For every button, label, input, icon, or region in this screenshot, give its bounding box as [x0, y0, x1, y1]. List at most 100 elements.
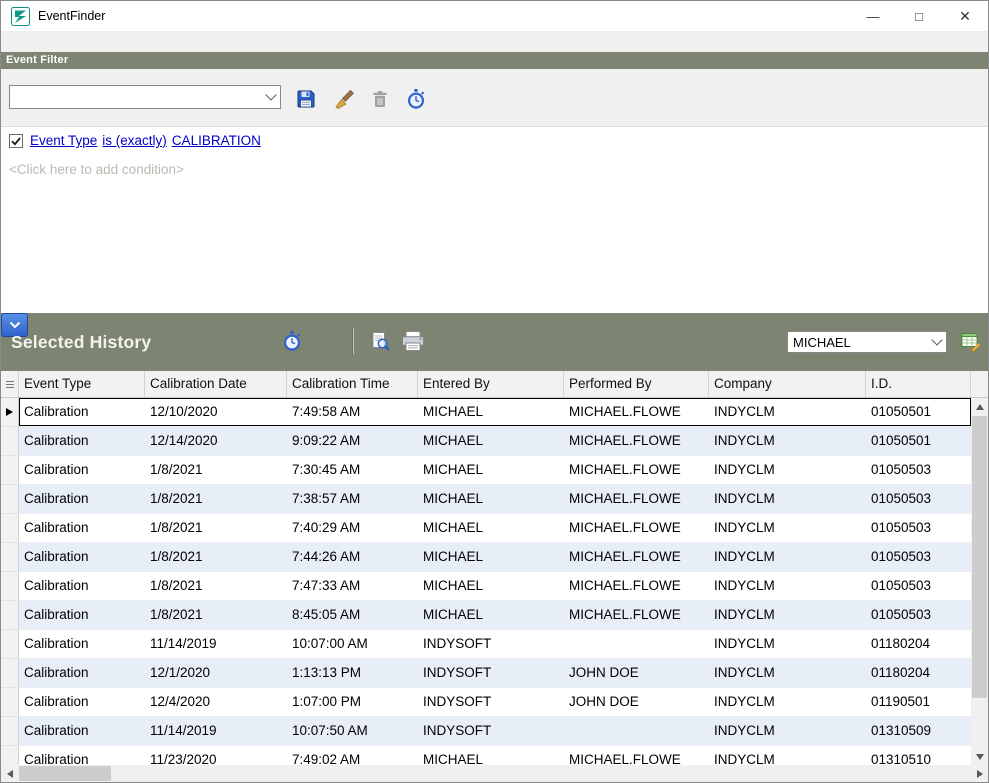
grid-cell[interactable]: JOHN DOE	[564, 688, 709, 716]
table-row[interactable]: Calibration 12/1/2020 1:13:13 PM INDYSOF…	[1, 659, 971, 688]
grid-cell[interactable]: MICHAEL	[418, 514, 564, 542]
grid-cell[interactable]: INDYSOFT	[418, 630, 564, 658]
grid-cell[interactable]: MICHAEL.FLOWE	[564, 601, 709, 629]
minimize-button[interactable]: —	[850, 1, 896, 32]
row-selector[interactable]	[1, 427, 19, 456]
horizontal-scroll-thumb[interactable]	[19, 766, 111, 781]
grid-cell[interactable]: Calibration	[19, 398, 145, 426]
grid-cell[interactable]: MICHAEL.FLOWE	[564, 398, 709, 426]
condition-field-link[interactable]: Event Type	[30, 133, 97, 148]
edit-grid-button[interactable]	[959, 329, 983, 353]
grid-cell[interactable]: 01180204	[866, 659, 971, 687]
add-condition-link[interactable]: <Click here to add condition>	[9, 162, 184, 177]
clear-filter-button[interactable]	[331, 86, 357, 112]
grid-cell[interactable]: 1/8/2021	[145, 514, 287, 542]
row-selector[interactable]	[1, 398, 19, 427]
grid-cell[interactable]: 9:09:22 AM	[287, 427, 418, 455]
grid-cell[interactable]: JOHN DOE	[564, 659, 709, 687]
grid-cell[interactable]: 01190501	[866, 688, 971, 716]
grid-cell[interactable]: MICHAEL	[418, 398, 564, 426]
column-header-id[interactable]: I.D.	[866, 371, 971, 397]
history-timer-button[interactable]	[279, 328, 305, 354]
condition-checkbox[interactable]	[9, 134, 23, 148]
grid-cell[interactable]	[564, 717, 709, 745]
user-filter-combo[interactable]: MICHAEL	[787, 331, 947, 353]
scroll-up-button[interactable]	[971, 398, 988, 415]
grid-cell[interactable]: MICHAEL	[418, 572, 564, 600]
grid-cell[interactable]: Calibration	[19, 688, 145, 716]
filter-combo[interactable]	[9, 85, 281, 109]
grid-cell[interactable]: INDYCLM	[709, 746, 866, 765]
grid-cell[interactable]: MICHAEL.FLOWE	[564, 514, 709, 542]
grid-cell[interactable]: MICHAEL	[418, 601, 564, 629]
grid-cell[interactable]: INDYCLM	[709, 456, 866, 484]
row-selector-header[interactable]	[1, 371, 19, 397]
grid-cell[interactable]: 1:07:00 PM	[287, 688, 418, 716]
grid-cell[interactable]: MICHAEL.FLOWE	[564, 543, 709, 571]
row-selector[interactable]	[1, 456, 19, 485]
grid-cell[interactable]: Calibration	[19, 572, 145, 600]
grid-cell[interactable]: 7:44:26 AM	[287, 543, 418, 571]
table-row[interactable]: Calibration 11/14/2019 10:07:50 AM INDYS…	[1, 717, 971, 746]
table-row[interactable]: Calibration 1/8/2021 7:30:45 AM MICHAEL …	[1, 456, 971, 485]
row-selector[interactable]	[1, 543, 19, 572]
column-header-calibration-date[interactable]: Calibration Date	[145, 371, 287, 397]
grid-cell[interactable]: Calibration	[19, 717, 145, 745]
row-selector[interactable]	[1, 630, 19, 659]
grid-cell[interactable]: Calibration	[19, 456, 145, 484]
grid-cell[interactable]: MICHAEL.FLOWE	[564, 485, 709, 513]
grid-cell[interactable]: Calibration	[19, 630, 145, 658]
row-selector[interactable]	[1, 601, 19, 630]
grid-cell[interactable]: 10:07:50 AM	[287, 717, 418, 745]
grid-cell[interactable]: 01050503	[866, 514, 971, 542]
grid-cell[interactable]: INDYSOFT	[418, 717, 564, 745]
run-filter-button[interactable]	[403, 86, 429, 112]
grid-cell[interactable]: 11/14/2019	[145, 630, 287, 658]
grid-cell[interactable]: 7:38:57 AM	[287, 485, 418, 513]
grid-cell[interactable]: Calibration	[19, 659, 145, 687]
scroll-right-button[interactable]	[971, 765, 988, 782]
grid-cell[interactable]: MICHAEL	[418, 456, 564, 484]
grid-cell[interactable]: 7:49:02 AM	[287, 746, 418, 765]
grid-cell[interactable]: 10:07:00 AM	[287, 630, 418, 658]
table-row[interactable]: Calibration 1/8/2021 7:44:26 AM MICHAEL …	[1, 543, 971, 572]
grid-cell[interactable]: MICHAEL.FLOWE	[564, 456, 709, 484]
table-row[interactable]: Calibration 1/8/2021 8:45:05 AM MICHAEL …	[1, 601, 971, 630]
grid-cell[interactable]: 7:40:29 AM	[287, 514, 418, 542]
grid-cell[interactable]: INDYCLM	[709, 688, 866, 716]
table-row[interactable]: Calibration 1/8/2021 7:40:29 AM MICHAEL …	[1, 514, 971, 543]
grid-cell[interactable]: 01050501	[866, 398, 971, 426]
grid-cell[interactable]: INDYSOFT	[418, 688, 564, 716]
grid-cell[interactable]: INDYCLM	[709, 485, 866, 513]
grid-cell[interactable]: MICHAEL	[418, 485, 564, 513]
grid-cell[interactable]: INDYCLM	[709, 398, 866, 426]
table-row[interactable]: Calibration 12/10/2020 7:49:58 AM MICHAE…	[1, 398, 971, 427]
grid-cell[interactable]: INDYCLM	[709, 572, 866, 600]
grid-cell[interactable]: Calibration	[19, 746, 145, 765]
grid-cell[interactable]: MICHAEL	[418, 746, 564, 765]
table-row[interactable]: Calibration 11/23/2020 7:49:02 AM MICHAE…	[1, 746, 971, 765]
grid-cell[interactable]: INDYCLM	[709, 630, 866, 658]
scroll-down-button[interactable]	[971, 748, 988, 765]
grid-cell[interactable]: 01310510	[866, 746, 971, 765]
grid-cell[interactable]: 1/8/2021	[145, 485, 287, 513]
column-header-calibration-time[interactable]: Calibration Time	[287, 371, 418, 397]
grid-cell[interactable]: MICHAEL	[418, 543, 564, 571]
grid-cell[interactable]: 7:30:45 AM	[287, 456, 418, 484]
vertical-scrollbar[interactable]	[971, 398, 988, 765]
grid-cell[interactable]: INDYCLM	[709, 717, 866, 745]
maximize-button[interactable]: □	[896, 1, 942, 32]
grid-cell[interactable]: Calibration	[19, 514, 145, 542]
grid-cell[interactable]: MICHAEL	[418, 427, 564, 455]
grid-cell[interactable]: 1/8/2021	[145, 601, 287, 629]
column-header-entered-by[interactable]: Entered By	[418, 371, 564, 397]
table-row[interactable]: Calibration 12/4/2020 1:07:00 PM INDYSOF…	[1, 688, 971, 717]
grid-cell[interactable]: MICHAEL.FLOWE	[564, 572, 709, 600]
column-header-company[interactable]: Company	[709, 371, 866, 397]
grid-cell[interactable]: MICHAEL.FLOWE	[564, 427, 709, 455]
grid-cell[interactable]: Calibration	[19, 427, 145, 455]
row-selector[interactable]	[1, 746, 19, 765]
grid-cell[interactable]: 1:13:13 PM	[287, 659, 418, 687]
row-selector[interactable]	[1, 659, 19, 688]
grid-cell[interactable]: INDYCLM	[709, 601, 866, 629]
